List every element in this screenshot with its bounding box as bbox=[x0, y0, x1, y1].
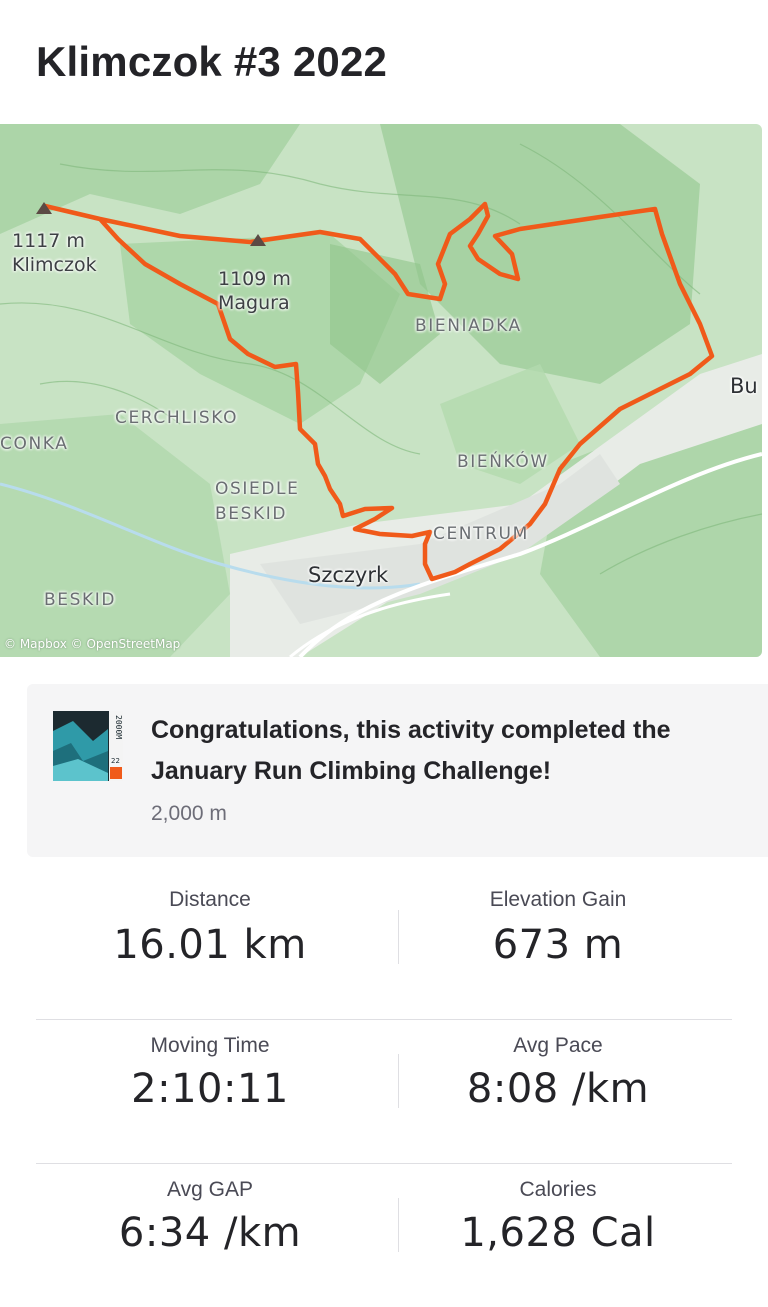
stat-label: Avg Pace bbox=[513, 1034, 603, 1057]
badge-year: 22 bbox=[111, 757, 120, 765]
stat-distance: Distance 16.01 km bbox=[36, 876, 384, 1019]
stat-value: 6:34 /km bbox=[118, 1210, 302, 1256]
stat-value: 8:08 /km bbox=[466, 1066, 650, 1112]
town-label-szczyrk: Szczyrk bbox=[308, 563, 389, 587]
stat-label: Elevation Gain bbox=[489, 888, 627, 911]
map-label-bienkow: BIEŃKÓW bbox=[457, 452, 549, 472]
challenge-goal: 2,000 m bbox=[151, 802, 227, 825]
peak-label-klimczok: 1117 m Klimczok bbox=[12, 230, 97, 276]
stat-label: Avg GAP bbox=[167, 1178, 253, 1201]
town-label-bu: Bu bbox=[730, 374, 758, 398]
map-attribution[interactable]: © Mapbox © OpenStreetMap bbox=[4, 637, 180, 651]
stats-row: Distance 16.01 km Elevation Gain 673 m bbox=[36, 876, 732, 1019]
stat-calories: Calories 1,628 Cal bbox=[384, 1164, 732, 1307]
activity-title: Klimczok #3 2022 bbox=[36, 38, 388, 85]
stat-value: 2:10:11 bbox=[131, 1066, 289, 1112]
challenge-card[interactable]: 2000M 22 Congratulations, this activity … bbox=[27, 684, 768, 857]
stat-avg-gap: Avg GAP 6:34 /km bbox=[36, 1164, 384, 1307]
route-map[interactable]: 1117 m Klimczok 1109 m Magura BIENIADKA … bbox=[0, 124, 762, 657]
stat-value: 673 m bbox=[492, 922, 624, 968]
map-label-beskid: BESKID bbox=[44, 590, 117, 610]
stat-label: Calories bbox=[519, 1178, 597, 1201]
map-label-conka: CONKA bbox=[0, 434, 69, 454]
peak-label-magura: 1109 m Magura bbox=[218, 268, 291, 314]
map-label-bieniadka: BIENIADKA bbox=[415, 316, 522, 336]
map-label-osiedle-beskid: OSIEDLE BESKID bbox=[215, 479, 300, 524]
stat-elevation-gain: Elevation Gain 673 m bbox=[384, 876, 732, 1019]
badge-text: 2000M bbox=[114, 715, 123, 739]
stat-value: 1,628 Cal bbox=[460, 1210, 656, 1256]
stat-label: Distance bbox=[169, 888, 251, 911]
stat-moving-time: Moving Time 2:10:11 bbox=[36, 1020, 384, 1163]
challenge-badge-icon: 2000M 22 bbox=[53, 711, 123, 781]
stat-value: 16.01 km bbox=[113, 922, 307, 968]
stat-avg-pace: Avg Pace 8:08 /km bbox=[384, 1020, 732, 1163]
challenge-message: Congratulations, this activity completed… bbox=[151, 716, 671, 785]
map-label-centrum: CENTRUM bbox=[433, 524, 529, 544]
map-label-cerchlisko: CERCHLISKO bbox=[115, 408, 239, 428]
stat-label: Moving Time bbox=[150, 1034, 270, 1057]
stats-row: Moving Time 2:10:11 Avg Pace 8:08 /km bbox=[36, 1019, 732, 1163]
stats-row: Avg GAP 6:34 /km Calories 1,628 Cal bbox=[36, 1163, 732, 1307]
activity-stats: Distance 16.01 km Elevation Gain 673 m M… bbox=[36, 876, 732, 1307]
